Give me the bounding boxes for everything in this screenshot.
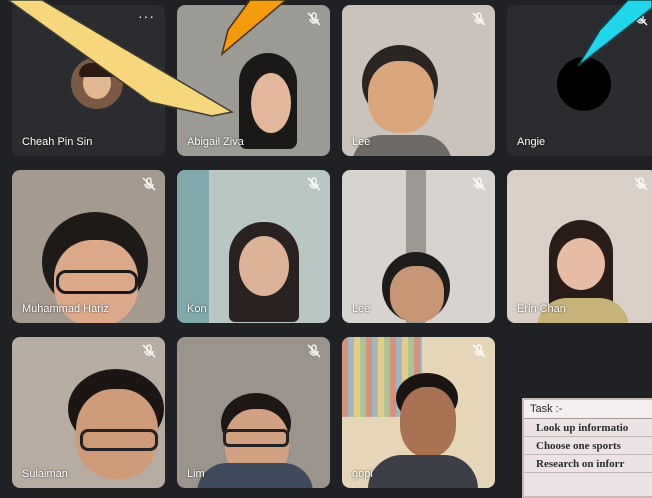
- mic-off-icon: [472, 177, 486, 191]
- participant-name: Kon: [187, 303, 207, 315]
- participant-name: Abigail Ziva: [187, 136, 244, 148]
- participant-tile-kon[interactable]: Kon: [177, 170, 330, 323]
- participant-name: gopi: [352, 468, 373, 480]
- task-header: Task :-: [524, 400, 652, 419]
- mic-off-icon: [142, 344, 156, 358]
- mic-off-icon: [307, 12, 321, 26]
- task-line: Research on inforr: [524, 455, 652, 473]
- annotation-arrow-cyan: [577, 0, 652, 67]
- participant-name: Lee: [352, 136, 371, 148]
- participant-name: Sulaiman: [22, 468, 68, 480]
- mic-off-icon: [307, 344, 321, 358]
- participant-name: Muhammad Hariz: [22, 303, 109, 315]
- participant-tile-lim[interactable]: Lim: [177, 337, 330, 488]
- participant-tile-gopi[interactable]: gopi: [342, 337, 495, 488]
- participant-tile-lee-2[interactable]: Lee: [342, 170, 495, 323]
- participant-name: Angie: [517, 136, 546, 148]
- annotation-arrow-orange: [220, 0, 288, 57]
- mic-off-icon: [472, 344, 486, 358]
- participant-name: Cheah Pin Sin: [22, 136, 93, 148]
- annotation-arrow-yellow: [6, 0, 235, 117]
- mic-off-icon: [142, 177, 156, 191]
- participant-tile-lee-1[interactable]: Lee: [342, 5, 495, 156]
- participant-tile-erin-chan[interactable]: Erin Chan: [507, 170, 652, 323]
- mic-off-icon: [307, 177, 321, 191]
- participant-name: Lim: [187, 468, 205, 480]
- participant-tile-muhammad-hariz[interactable]: Muhammad Hariz: [12, 170, 165, 323]
- participant-tile-sulaiman[interactable]: Sulaiman: [12, 337, 165, 488]
- task-line: Choose one sports: [524, 437, 652, 455]
- participant-name: Lee: [352, 303, 371, 315]
- mic-off-icon: [634, 177, 648, 191]
- video-grid: ··· Cheah Pin Sin Abigail Ziva Lee Angie…: [0, 0, 652, 498]
- task-line: Look up informatio: [524, 419, 652, 437]
- task-card: Task :- Look up informatio Choose one sp…: [522, 398, 652, 498]
- mic-off-icon: [472, 12, 486, 26]
- participant-name: Erin Chan: [517, 303, 566, 315]
